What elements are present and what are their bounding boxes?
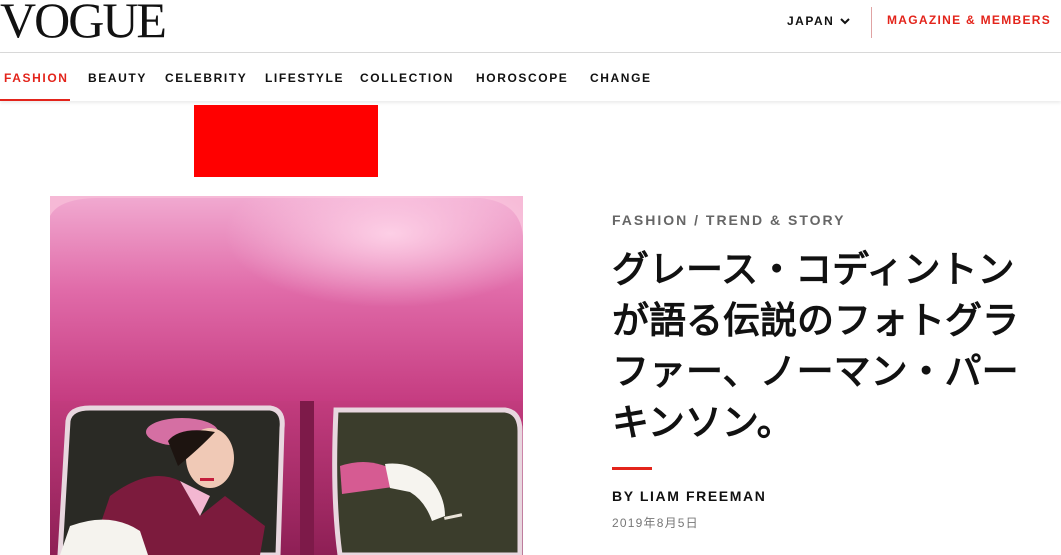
author-byline[interactable]: BY LIAM FREEMAN: [612, 488, 766, 504]
article-headline[interactable]: グレース・コディントンが語る伝説のフォトグラファー、ノーマン・パーキンソン。: [612, 244, 1042, 448]
nav-item-lifestyle[interactable]: LIFESTYLE: [265, 71, 344, 85]
hero-image[interactable]: [50, 196, 523, 555]
nav-item-fashion[interactable]: FASHION: [4, 71, 69, 85]
publish-date: 2019年8月5日: [612, 516, 699, 530]
magazine-members-link[interactable]: MAGAZINE & MEMBERS: [887, 13, 1051, 27]
nav-item-celebrity[interactable]: CELEBRITY: [165, 71, 247, 85]
hero-photo: [50, 196, 523, 555]
active-nav-indicator: [0, 99, 70, 101]
ad-placeholder[interactable]: [194, 105, 378, 177]
main-nav: FASHION BEAUTY CELEBRITY LIFESTYLE COLLE…: [0, 53, 1061, 101]
accent-rule: [612, 467, 652, 470]
header-divider: [871, 7, 872, 38]
chevron-down-icon: [840, 18, 851, 25]
article-category[interactable]: FASHION / TREND & STORY: [612, 212, 1052, 228]
article-header: FASHION / TREND & STORY グレース・コディントンが語る伝説…: [612, 212, 1052, 448]
nav-item-horoscope[interactable]: HOROSCOPE: [476, 71, 568, 85]
nav-item-change[interactable]: CHANGE: [590, 71, 652, 85]
vogue-logo[interactable]: VOGUE: [0, 0, 167, 46]
nav-item-collection[interactable]: COLLECTION: [360, 71, 454, 85]
region-label: JAPAN: [787, 14, 835, 28]
nav-item-beauty[interactable]: BEAUTY: [88, 71, 147, 85]
top-header: VOGUE JAPAN MAGAZINE & MEMBERS: [0, 0, 1061, 53]
region-selector[interactable]: JAPAN: [787, 12, 851, 30]
